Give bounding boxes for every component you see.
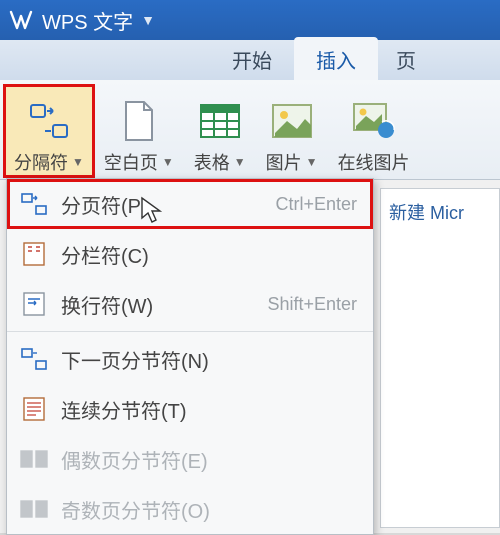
- menu-next-page-section[interactable]: 下一页分节符(N): [7, 334, 373, 384]
- picture-button[interactable]: 图片 ▼: [256, 85, 328, 177]
- chevron-down-icon: ▼: [234, 155, 246, 169]
- menu-separator: [7, 331, 373, 332]
- menu-continuous-section[interactable]: 连续分节符(T): [7, 384, 373, 434]
- column-break-icon: [17, 241, 51, 267]
- blank-page-button[interactable]: 空白页 ▼: [94, 85, 184, 177]
- menu-line-break-label: 换行符(W): [61, 290, 267, 319]
- online-picture-button[interactable]: 在线图片: [328, 85, 420, 177]
- separator-button[interactable]: 分隔符 ▼: [4, 85, 94, 177]
- menu-line-break[interactable]: 换行符(W) Shift+Enter: [7, 279, 373, 329]
- next-page-section-icon: [17, 348, 51, 370]
- menu-page-break-label: 分页符(P): [61, 190, 275, 219]
- menu-odd-page-section[interactable]: 奇数页分节符(O): [7, 484, 373, 534]
- menu-next-page-section-label: 下一页分节符(N): [61, 345, 363, 374]
- tab-start[interactable]: 开始: [210, 37, 294, 80]
- online-picture-icon: [352, 99, 396, 143]
- app-title: WPS 文字: [42, 6, 133, 35]
- menu-continuous-section-label: 连续分节符(T): [61, 395, 363, 424]
- table-button[interactable]: 表格 ▼: [184, 85, 256, 177]
- picture-label: 图片: [266, 149, 302, 175]
- menu-column-break[interactable]: 分栏符(C): [7, 229, 373, 279]
- online-picture-label: 在线图片: [338, 149, 410, 175]
- ribbon-tabs: 开始 插入 页: [0, 40, 500, 80]
- menu-odd-page-section-label: 奇数页分节符(O): [61, 495, 363, 524]
- blank-page-label: 空白页: [104, 149, 158, 175]
- tab-insert[interactable]: 插入: [294, 37, 378, 80]
- app-logo-icon: [8, 7, 34, 33]
- title-bar: WPS 文字 ▼: [0, 0, 500, 40]
- document-tab-label[interactable]: 新建 Micr: [380, 188, 500, 528]
- even-page-section-icon: [17, 448, 51, 470]
- separator-icon: [27, 99, 71, 143]
- ribbon-toolbar: 分隔符 ▼ 空白页 ▼ 表格 ▼ 图片 ▼ 在线图片: [0, 80, 500, 180]
- picture-icon: [270, 99, 314, 143]
- chevron-down-icon: ▼: [162, 155, 174, 169]
- table-icon: [198, 99, 242, 143]
- separator-label: 分隔符: [14, 149, 68, 175]
- table-label: 表格: [194, 149, 230, 175]
- line-break-icon: [17, 291, 51, 317]
- chevron-down-icon: ▼: [72, 155, 84, 169]
- menu-page-break-shortcut: Ctrl+Enter: [275, 194, 363, 215]
- chevron-down-icon: ▼: [306, 155, 318, 169]
- menu-column-break-label: 分栏符(C): [61, 240, 363, 269]
- blank-page-icon: [117, 99, 161, 143]
- title-dropdown-icon[interactable]: ▼: [141, 12, 155, 28]
- odd-page-section-icon: [17, 498, 51, 520]
- page-break-icon: [17, 193, 51, 215]
- menu-even-page-section[interactable]: 偶数页分节符(E): [7, 434, 373, 484]
- menu-line-break-shortcut: Shift+Enter: [267, 294, 363, 315]
- menu-page-break[interactable]: 分页符(P) Ctrl+Enter: [7, 179, 373, 229]
- separator-dropdown: 分页符(P) Ctrl+Enter 分栏符(C) 换行符(W) Shift+En…: [6, 178, 374, 535]
- continuous-section-icon: [17, 396, 51, 422]
- menu-even-page-section-label: 偶数页分节符(E): [61, 445, 363, 474]
- tab-page-partial[interactable]: 页: [378, 37, 422, 80]
